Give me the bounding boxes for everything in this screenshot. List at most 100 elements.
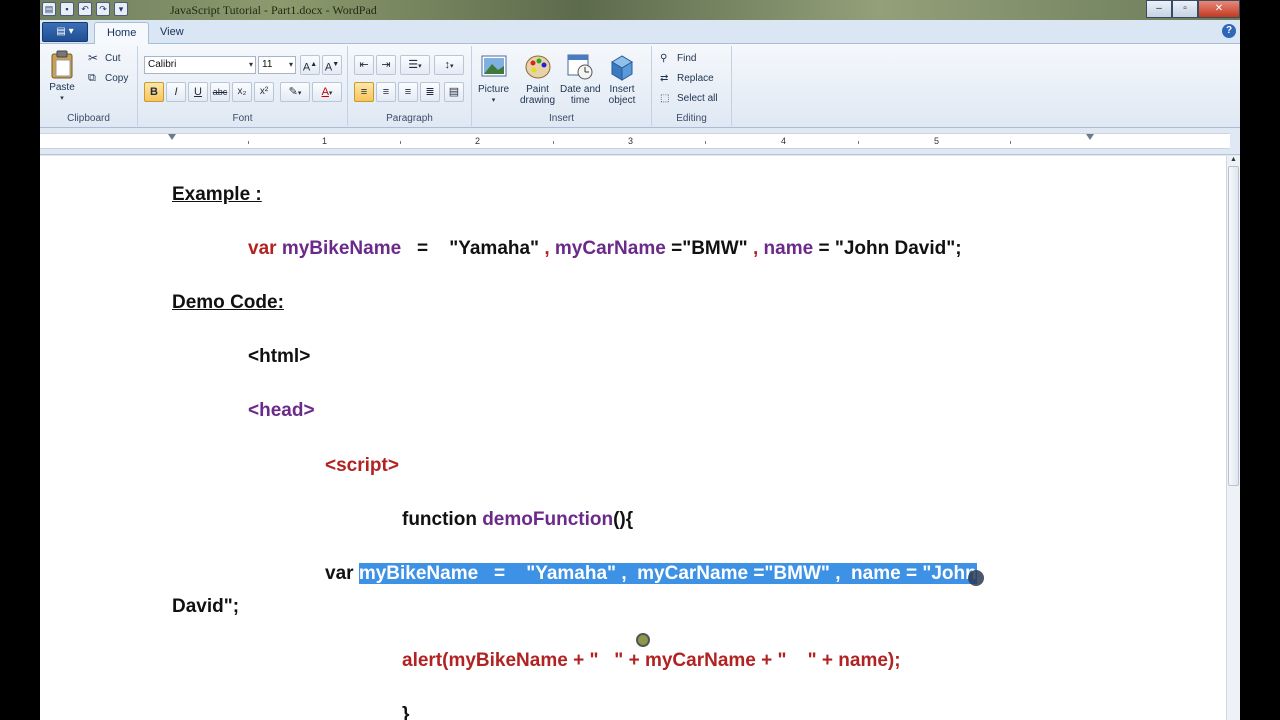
closing-brace-line: } xyxy=(402,704,410,720)
ruler-tick xyxy=(705,141,706,144)
bullet-list-icon: ☰ xyxy=(408,59,419,71)
scroll-thumb[interactable] xyxy=(1228,166,1239,486)
picture-icon xyxy=(481,55,507,77)
undo-icon[interactable]: ↶ xyxy=(78,2,92,16)
copy-label: Copy xyxy=(105,73,129,84)
ribbon-tab-row: ▤ ▾ Home View ? xyxy=(40,20,1240,44)
highlighter-icon: ✎ xyxy=(288,86,298,98)
cut-button[interactable]: ✂ Cut xyxy=(88,52,121,65)
identifier: myBikeName xyxy=(281,238,402,259)
font-group-label: Font xyxy=(232,113,253,124)
script-tag-line: <script> xyxy=(325,455,399,476)
redo-icon[interactable]: ↷ xyxy=(96,2,110,16)
ruler-number: 2 xyxy=(475,136,481,146)
bullets-button[interactable]: ☰▾ xyxy=(400,55,430,75)
window-title: JavaScript Tutorial - Part1.docx - WordP… xyxy=(170,3,377,17)
ruler-number: 1 xyxy=(322,136,328,146)
clipboard-group-label: Clipboard xyxy=(67,113,110,124)
tab-home[interactable]: Home xyxy=(94,22,150,44)
paint-label-line2: drawing xyxy=(520,95,556,106)
font-family-value: Calibri xyxy=(148,59,177,70)
insert-group: Picture ▾ Paint drawing Date and time In… xyxy=(472,46,652,126)
align-right-button[interactable]: ≡ xyxy=(398,82,418,102)
superscript-button[interactable]: x² xyxy=(254,82,274,102)
operator: = xyxy=(665,238,683,259)
highlight-button[interactable]: ✎▾ xyxy=(280,82,310,102)
line-spacing-button[interactable]: ↕▾ xyxy=(434,55,464,75)
mouse-cursor-icon xyxy=(968,570,984,586)
selected-text[interactable]: myBikeName = "Yamaha" , myCarName ="BMW"… xyxy=(358,563,977,584)
ruler[interactable]: 1 2 3 4 5 xyxy=(40,129,1240,155)
date-time-button[interactable]: Date and time xyxy=(560,52,601,106)
function-line: function demoFunction(){ xyxy=(402,507,633,533)
bold-button[interactable]: B xyxy=(144,82,164,102)
font-color-icon: A xyxy=(321,86,329,98)
font-family-select[interactable]: Calibri ▾ xyxy=(144,56,256,74)
help-icon[interactable]: ? xyxy=(1222,24,1236,38)
ruler-tick xyxy=(858,141,859,144)
document-icon[interactable]: ▤ xyxy=(42,2,56,16)
replace-button[interactable]: ⇄ Replace xyxy=(660,72,714,85)
select-all-button[interactable]: ⬚ Select all xyxy=(660,92,718,105)
app-menu-button[interactable]: ▤ ▾ xyxy=(42,22,88,42)
var-declaration-wrap: David"; xyxy=(172,596,240,617)
replace-label: Replace xyxy=(677,73,714,84)
first-line-indent-marker[interactable] xyxy=(168,134,176,140)
paste-dropdown-icon[interactable]: ▾ xyxy=(60,93,64,104)
document-area[interactable]: Example : var myBikeName = "Yamaha" , my… xyxy=(40,156,1226,720)
calendar-clock-icon xyxy=(567,54,593,80)
click-indicator-icon xyxy=(636,633,650,647)
ruler-tick xyxy=(400,141,401,144)
ruler-number: 3 xyxy=(628,136,634,146)
vertical-scrollbar[interactable]: ▲ xyxy=(1226,156,1240,720)
paragraph-group-label: Paragraph xyxy=(386,113,433,124)
decrease-indent-button[interactable]: ⇤ xyxy=(354,55,374,75)
string-literal: "BMW" xyxy=(682,238,748,259)
maximize-button[interactable]: ▫ xyxy=(1172,0,1198,18)
close-button[interactable]: ✕ xyxy=(1198,0,1240,18)
font-color-button[interactable]: A▾ xyxy=(312,82,342,102)
binoculars-icon: ⚲ xyxy=(660,53,668,64)
save-icon[interactable]: ▪ xyxy=(60,2,74,16)
minimize-button[interactable]: – xyxy=(1146,0,1172,18)
insert-object-button[interactable]: Insert object xyxy=(608,52,636,106)
customize-toolbar-icon[interactable]: ▾ xyxy=(114,2,128,16)
shrink-font-button[interactable]: A▼ xyxy=(322,55,342,75)
example-code-line: var myBikeName = "Yamaha" , myCarName ="… xyxy=(248,236,962,262)
ruler-tick xyxy=(553,141,554,144)
align-center-button[interactable]: ≡ xyxy=(376,82,396,102)
wordpad-window: ▤ ▪ ↶ ↷ ▾ JavaScript Tutorial - Part1.do… xyxy=(40,0,1240,720)
picture-button[interactable]: Picture ▾ xyxy=(478,52,509,106)
paste-button[interactable]: Paste ▾ xyxy=(48,50,76,104)
select-all-icon: ⬚ xyxy=(660,93,670,104)
paragraph-settings-button[interactable]: ▤ xyxy=(444,82,464,102)
font-size-select[interactable]: 11 ▾ xyxy=(258,56,296,74)
paint-label-line1: Paint xyxy=(526,84,549,95)
scroll-up-icon[interactable]: ▲ xyxy=(1228,156,1239,164)
increase-indent-button[interactable]: ⇥ xyxy=(376,55,396,75)
tab-view[interactable]: View xyxy=(148,22,196,44)
subscript-button[interactable]: x₂ xyxy=(232,82,252,102)
ruler-track: 1 2 3 4 5 xyxy=(40,133,1230,149)
find-button[interactable]: ⚲ Find xyxy=(660,52,696,65)
find-label: Find xyxy=(677,53,697,64)
function-paren: (){ xyxy=(613,509,634,530)
chevron-down-icon: ▾ xyxy=(248,60,253,69)
picture-label: Picture xyxy=(478,84,510,95)
quick-access-toolbar: ▤ ▪ ↶ ↷ ▾ xyxy=(42,2,128,16)
paste-label: Paste xyxy=(49,82,75,93)
underline-button[interactable]: U xyxy=(188,82,208,102)
clipboard-group: Paste ▾ ✂ Cut ⧉ Copy Clipboard xyxy=(40,46,138,126)
strikethrough-button[interactable]: abc xyxy=(210,82,230,102)
right-indent-marker[interactable] xyxy=(1086,134,1094,140)
justify-button[interactable]: ≣ xyxy=(420,82,440,102)
string-literal: "John David"; xyxy=(834,238,962,259)
chevron-down-icon: ▾ xyxy=(288,60,293,69)
alert-line: alert(myBikeName + " " + myCarName + " "… xyxy=(402,650,901,671)
grow-font-button[interactable]: A▲ xyxy=(300,55,320,75)
align-left-button[interactable]: ≡ xyxy=(354,82,374,102)
paint-drawing-button[interactable]: Paint drawing xyxy=(520,52,555,106)
ribbon: Paste ▾ ✂ Cut ⧉ Copy Clipboard Calibri ▾… xyxy=(40,44,1240,128)
copy-button[interactable]: ⧉ Copy xyxy=(88,72,128,85)
italic-button[interactable]: I xyxy=(166,82,186,102)
